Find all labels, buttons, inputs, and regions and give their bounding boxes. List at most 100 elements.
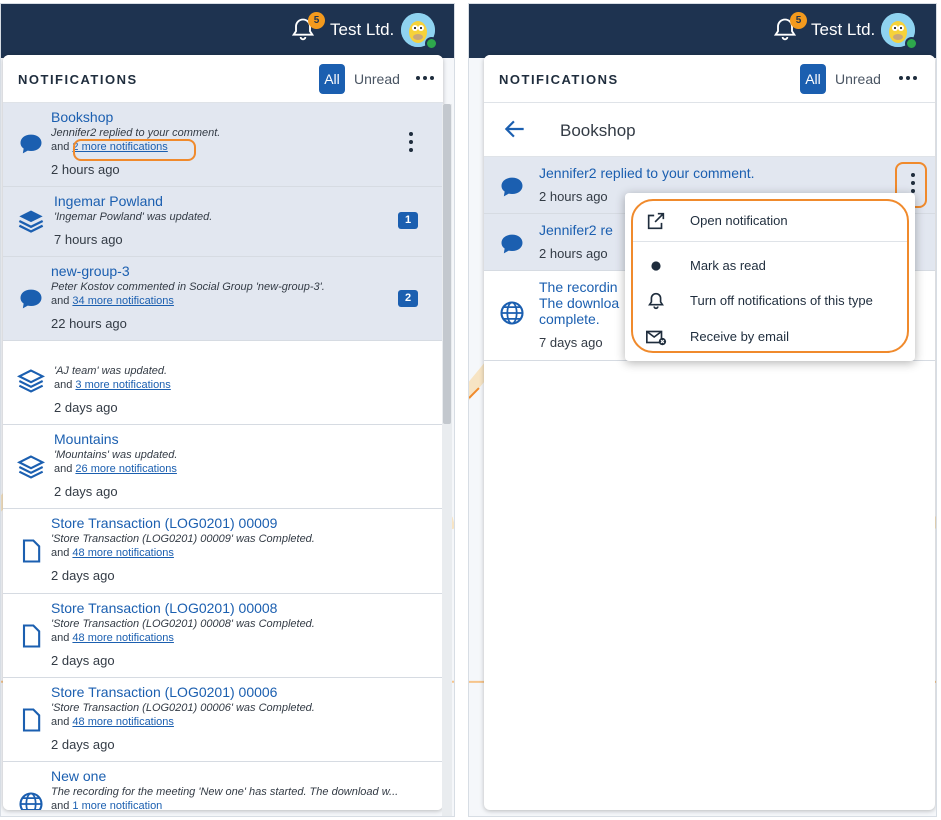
- item-timestamp: 2 hours ago: [51, 162, 120, 177]
- item-more-line: and 1 more notification: [51, 800, 162, 810]
- more-notifications-link[interactable]: 48 more notifications: [72, 547, 174, 559]
- item-title[interactable]: Ingemar Powland: [54, 193, 163, 209]
- back-button[interactable]: [502, 116, 528, 142]
- company-name[interactable]: Test Ltd.: [330, 20, 394, 40]
- item-title[interactable]: Store Transaction (LOG0201) 00009: [51, 515, 277, 531]
- item-description: 'Store Transaction (LOG0201) 00009' was …: [51, 533, 315, 545]
- notifications-bell-button[interactable]: 5: [289, 12, 325, 44]
- more-notifications-link[interactable]: 26 more notifications: [75, 463, 177, 475]
- notification-context-menu: Open notification Mark as read Turn off …: [625, 193, 915, 361]
- item-timestamp: 2 hours ago: [539, 189, 608, 204]
- item-title[interactable]: Jennifer2 replied to your comment.: [539, 165, 755, 181]
- filter-unread-button[interactable]: Unread: [835, 71, 881, 87]
- count-badge: 1: [398, 212, 418, 229]
- notification-item[interactable]: 'AJ team' was updated. and 3 more notifi…: [3, 341, 443, 425]
- arrow-left-icon: [504, 120, 524, 138]
- filter-all-button[interactable]: All: [800, 64, 826, 94]
- item-title[interactable]: new-group-3: [51, 263, 130, 279]
- company-name[interactable]: Test Ltd.: [811, 20, 875, 40]
- top-bar: 5 Test Ltd.: [1, 4, 454, 58]
- item-description: 'Mountains' was updated.: [54, 449, 178, 461]
- item-title[interactable]: Bookshop: [51, 109, 113, 125]
- item-description: 'AJ team' was updated.: [54, 365, 168, 377]
- comment-icon: [17, 130, 45, 158]
- more-options-button[interactable]: [416, 67, 438, 89]
- filter-all-button[interactable]: All: [319, 64, 345, 94]
- notification-item[interactable]: Mountains 'Mountains' was updated. and 2…: [3, 425, 443, 509]
- item-title[interactable]: Mountains: [54, 431, 119, 447]
- more-prefix: and: [51, 800, 70, 810]
- dot-icon: [645, 255, 667, 277]
- more-prefix: and: [51, 632, 70, 644]
- card-header: NOTIFICATIONS All Unread: [3, 55, 443, 103]
- more-notifications-link[interactable]: 34 more notifications: [72, 295, 174, 307]
- more-notifications-link[interactable]: 3 more notifications: [75, 379, 170, 391]
- globe-icon: [17, 790, 45, 810]
- menu-receive-by-email[interactable]: Receive by email: [625, 319, 915, 353]
- scrollbar[interactable]: [442, 104, 452, 816]
- item-timestamp: 2 days ago: [51, 737, 115, 752]
- item-timestamp: 2 days ago: [54, 400, 118, 415]
- item-title[interactable]: New one: [51, 768, 106, 784]
- item-more-line: and 48 more notifications: [51, 716, 174, 728]
- item-title[interactable]: Jennifer2 re: [539, 222, 613, 238]
- more-notifications-link[interactable]: 48 more notifications: [72, 632, 174, 644]
- item-menu-button[interactable]: [403, 132, 419, 158]
- more-notifications-link[interactable]: 2 more notifications: [72, 141, 167, 153]
- menu-mark-as-read[interactable]: Mark as read: [625, 248, 915, 282]
- item-description: 'Store Transaction (LOG0201) 00008' was …: [51, 618, 315, 630]
- menu-item-label: Receive by email: [690, 329, 789, 344]
- menu-turn-off-type[interactable]: Turn off notifications of this type: [625, 283, 915, 317]
- external-link-icon: [645, 210, 667, 232]
- comment-icon: [498, 230, 526, 258]
- menu-open-notification[interactable]: Open notification: [625, 203, 915, 237]
- menu-item-label: Turn off notifications of this type: [690, 293, 873, 308]
- notifications-panel-detail: 5 Test Ltd. NOTIFICATIONS All Unread Boo…: [468, 3, 937, 817]
- notification-item[interactable]: Ingemar Powland 'Ingemar Powland' was up…: [3, 187, 443, 257]
- menu-item-label: Open notification: [690, 213, 788, 228]
- filter-unread-button[interactable]: Unread: [354, 71, 400, 87]
- more-prefix: and: [51, 295, 70, 307]
- document-icon: [17, 622, 45, 650]
- user-avatar[interactable]: [401, 13, 438, 50]
- item-description: 'Store Transaction (LOG0201) 00006' was …: [51, 702, 315, 714]
- notification-count-badge: 5: [790, 12, 807, 29]
- menu-item-label: Mark as read: [690, 258, 766, 273]
- more-prefix: and: [51, 716, 70, 728]
- notification-count-badge: 5: [308, 12, 325, 29]
- item-description: 'Ingemar Powland' was updated.: [54, 211, 213, 223]
- notifications-card: NOTIFICATIONS All Unread Bookshop Jennif…: [484, 55, 935, 810]
- notification-item[interactable]: New one The recording for the meeting 'N…: [3, 762, 443, 810]
- notification-item[interactable]: Store Transaction (LOG0201) 00006 'Store…: [3, 678, 443, 762]
- card-header: NOTIFICATIONS All Unread: [484, 55, 935, 103]
- notification-item[interactable]: Bookshop Jennifer2 replied to your comme…: [3, 103, 443, 187]
- item-title-line[interactable]: complete.: [539, 311, 600, 327]
- notification-item[interactable]: Store Transaction (LOG0201) 00008 'Store…: [3, 594, 443, 678]
- item-title[interactable]: Store Transaction (LOG0201) 00008: [51, 600, 277, 616]
- group-title: Bookshop: [560, 121, 636, 140]
- user-avatar[interactable]: [881, 13, 918, 50]
- notifications-bell-button[interactable]: 5: [771, 12, 807, 44]
- more-notifications-link[interactable]: 1 more notification: [72, 800, 162, 810]
- more-prefix: and: [54, 379, 73, 391]
- item-timestamp: 7 days ago: [539, 335, 603, 350]
- item-more-line: and 26 more notifications: [54, 463, 177, 475]
- more-notifications-link[interactable]: 48 more notifications: [72, 716, 174, 728]
- globe-icon: [498, 299, 526, 327]
- more-prefix: and: [54, 463, 73, 475]
- item-title-line[interactable]: The downloa: [539, 295, 619, 311]
- more-options-button[interactable]: [899, 67, 921, 89]
- online-status-icon: [425, 37, 438, 50]
- document-icon: [17, 537, 45, 565]
- layers-outline-icon: [16, 453, 46, 481]
- notification-item[interactable]: new-group-3 Peter Kostov commented in So…: [3, 257, 443, 341]
- more-prefix: and: [51, 141, 70, 153]
- notification-item[interactable]: Store Transaction (LOG0201) 00009 'Store…: [3, 509, 443, 594]
- item-timestamp: 2 days ago: [51, 653, 115, 668]
- menu-divider: [633, 241, 907, 242]
- scrollbar-thumb[interactable]: [443, 104, 451, 424]
- item-title[interactable]: Store Transaction (LOG0201) 00006: [51, 684, 277, 700]
- item-more-line: and 48 more notifications: [51, 632, 174, 644]
- item-title-line[interactable]: The recordin: [539, 279, 618, 295]
- item-timestamp: 2 hours ago: [539, 246, 608, 261]
